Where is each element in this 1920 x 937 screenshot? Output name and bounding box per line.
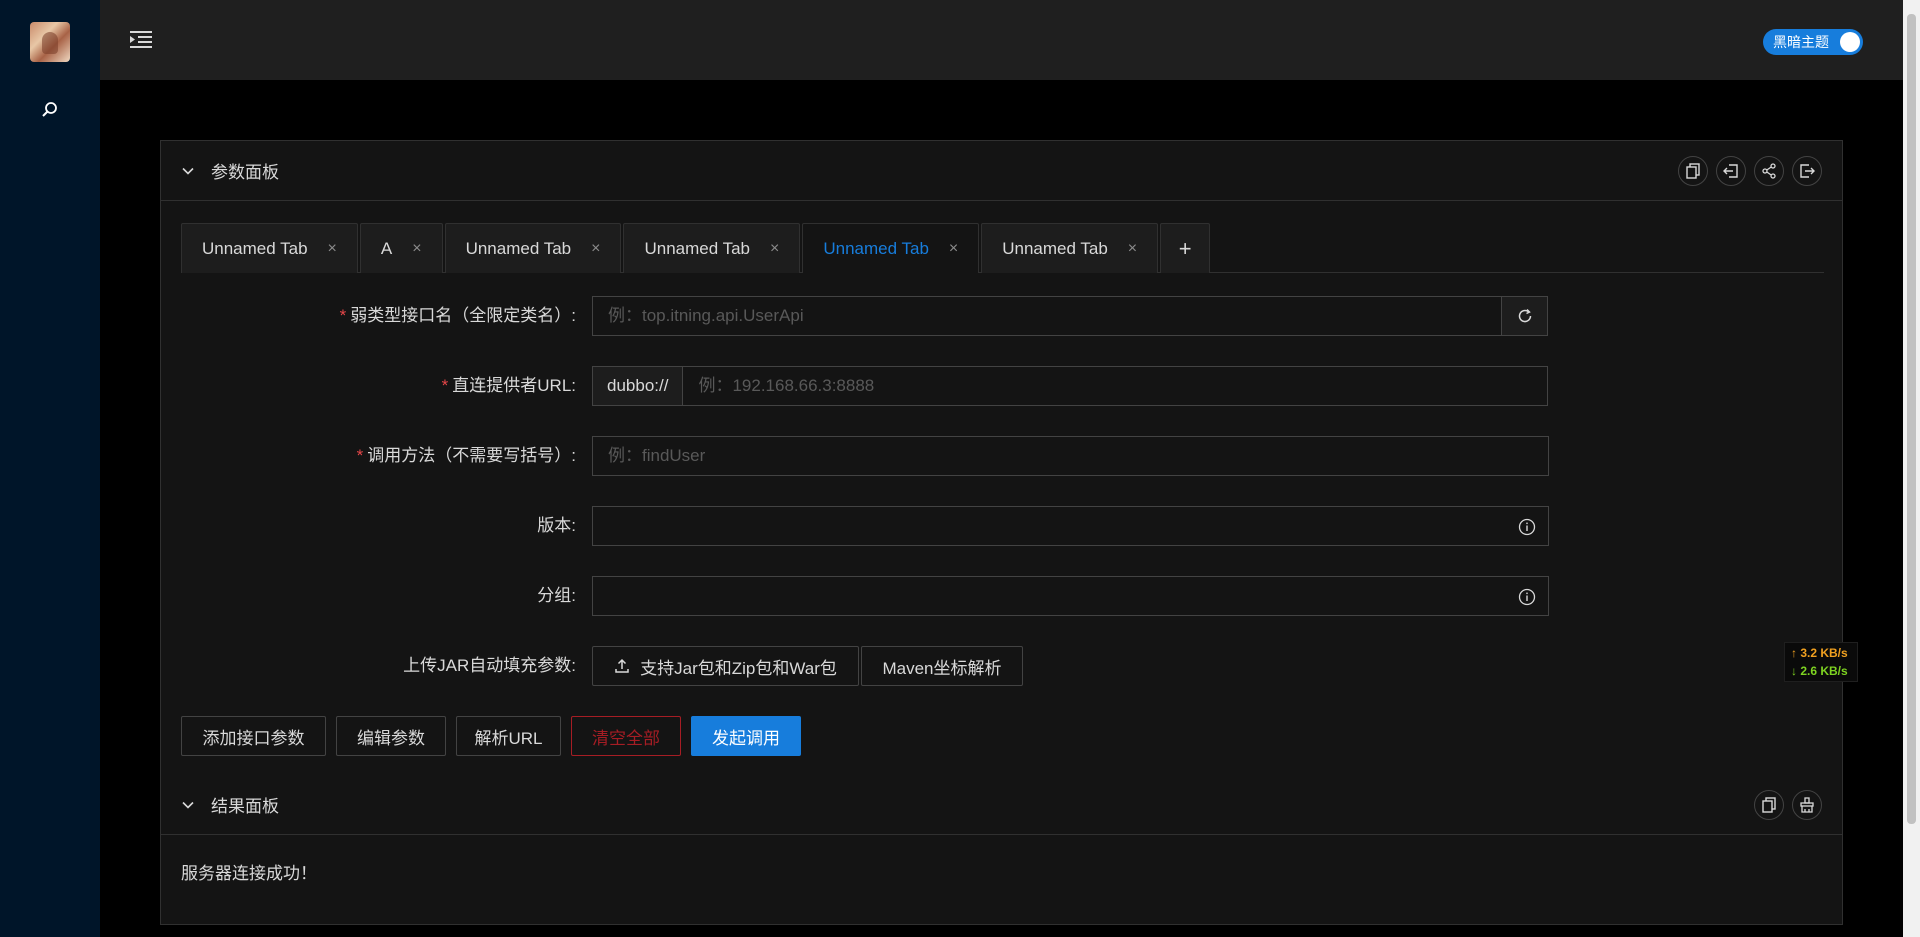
close-icon[interactable]: × <box>1128 240 1137 258</box>
method-row: * 调用方法（不需要写括号）: <box>161 436 1842 476</box>
tab-label: Unnamed Tab <box>644 238 751 258</box>
upload-row: 上传JAR自动填充参数: 支持Jar包和Zip包和War包 Maven坐标解析 <box>161 646 1842 686</box>
info-icon[interactable] <box>1518 518 1536 536</box>
group-row: 分组: <box>161 576 1842 616</box>
params-panel-title: 参数面板 <box>211 163 279 182</box>
search-icon[interactable] <box>40 100 60 120</box>
top-header: 黑暗主题 <box>100 0 1903 80</box>
interface-label: * 弱类型接口名（全限定类名）: <box>339 306 576 325</box>
tab-label: A <box>380 238 393 258</box>
clear-icon[interactable] <box>1792 790 1822 820</box>
close-icon[interactable]: × <box>328 240 337 258</box>
tab-label: Unnamed Tab <box>465 238 572 258</box>
method-input[interactable] <box>593 437 1548 475</box>
group-field[interactable] <box>592 576 1549 616</box>
dark-theme-switch[interactable]: 黑暗主题 <box>1763 29 1863 55</box>
chevron-down-icon[interactable] <box>181 164 195 178</box>
tab-bar: Unnamed Tab × A × Unnamed Tab × Unnamed … <box>181 223 1824 273</box>
net-speed-widget: ↑ 3.2 KB/s ↓ 2.6 KB/s <box>1784 642 1858 682</box>
copy-icon[interactable] <box>1678 156 1708 186</box>
share-icon[interactable] <box>1754 156 1784 186</box>
close-icon[interactable]: × <box>770 240 779 258</box>
avatar[interactable] <box>30 22 70 62</box>
add-params-button[interactable]: 添加接口参数 <box>181 716 326 756</box>
interface-input[interactable] <box>593 297 1501 335</box>
reload-button[interactable] <box>1501 296 1548 336</box>
result-panel-title: 结果面板 <box>211 797 279 816</box>
method-field[interactable] <box>592 436 1549 476</box>
url-row: * 直连提供者URL: dubbo:// <box>161 366 1842 406</box>
chevron-down-icon[interactable] <box>181 798 195 812</box>
interface-row: * 弱类型接口名（全限定类名）: <box>161 296 1842 336</box>
scrollbar-thumb[interactable] <box>1907 14 1916 824</box>
upload-button-label: 支持Jar包和Zip包和War包 <box>640 658 837 678</box>
add-tab-button[interactable]: + <box>1160 223 1211 273</box>
close-icon[interactable]: × <box>591 240 600 258</box>
group-input[interactable] <box>593 577 1548 615</box>
tab-label: Unnamed Tab <box>823 238 929 258</box>
close-icon[interactable]: × <box>949 240 958 258</box>
tab-unnamed-1[interactable]: Unnamed Tab × <box>181 223 358 273</box>
params-panel-tools <box>1678 156 1822 186</box>
params-panel-header[interactable]: 参数面板 <box>161 141 1842 201</box>
group-label: 分组: <box>537 586 576 605</box>
tab-unnamed-3[interactable]: Unnamed Tab × <box>623 223 801 273</box>
result-message: 服务器连接成功！ <box>181 864 317 883</box>
reload-icon <box>1518 308 1531 323</box>
url-protocol-addon: dubbo:// <box>593 367 684 405</box>
version-row: 版本: <box>161 506 1842 546</box>
import-icon[interactable] <box>1716 156 1746 186</box>
version-input[interactable] <box>593 507 1548 545</box>
tab-a[interactable]: A × <box>359 223 443 273</box>
url-input[interactable] <box>683 367 1547 405</box>
copy-icon[interactable] <box>1754 790 1784 820</box>
upload-speed: ↑ 3.2 KB/s <box>1791 646 1848 660</box>
version-label: 版本: <box>537 516 576 535</box>
close-icon[interactable]: × <box>412 240 421 258</box>
url-label: * 直连提供者URL: <box>441 376 576 395</box>
tab-label: Unnamed Tab <box>202 238 308 258</box>
theme-switch-label: 黑暗主题 <box>1773 34 1829 50</box>
switch-knob <box>1840 32 1860 52</box>
tab-label: Unnamed Tab <box>1002 238 1108 258</box>
result-panel: 结果面板 服务器连接成功！ <box>160 775 1843 925</box>
result-panel-tools <box>1754 790 1822 820</box>
upload-jar-button[interactable]: 支持Jar包和Zip包和War包 <box>592 646 859 686</box>
edit-params-button[interactable]: 编辑参数 <box>336 716 446 756</box>
url-field[interactable]: dubbo:// <box>592 366 1548 406</box>
export-icon[interactable] <box>1792 156 1822 186</box>
invoke-button[interactable]: 发起调用 <box>691 716 801 756</box>
upload-label: 上传JAR自动填充参数: <box>403 656 576 675</box>
maven-parse-button[interactable]: Maven坐标解析 <box>861 646 1023 686</box>
sidebar <box>0 0 100 937</box>
clear-all-button[interactable]: 清空全部 <box>571 716 681 756</box>
upload-icon <box>615 658 629 673</box>
params-panel: 参数面板 Unnamed Tab × A × Unnamed Tab × Unn… <box>160 140 1843 776</box>
info-icon[interactable] <box>1518 588 1536 606</box>
tab-unnamed-2[interactable]: Unnamed Tab × <box>444 223 622 273</box>
tab-unnamed-5[interactable]: Unnamed Tab × <box>981 223 1159 273</box>
method-label: * 调用方法（不需要写括号）: <box>356 446 576 465</box>
tab-unnamed-active[interactable]: Unnamed Tab × <box>802 223 980 273</box>
download-speed: ↓ 2.6 KB/s <box>1791 664 1848 678</box>
page-scrollbar[interactable] <box>1903 0 1920 937</box>
parse-url-button[interactable]: 解析URL <box>456 716 561 756</box>
version-field[interactable] <box>592 506 1549 546</box>
result-panel-header[interactable]: 结果面板 <box>161 775 1842 835</box>
interface-field[interactable] <box>592 296 1502 336</box>
menu-fold-icon[interactable] <box>130 30 152 50</box>
